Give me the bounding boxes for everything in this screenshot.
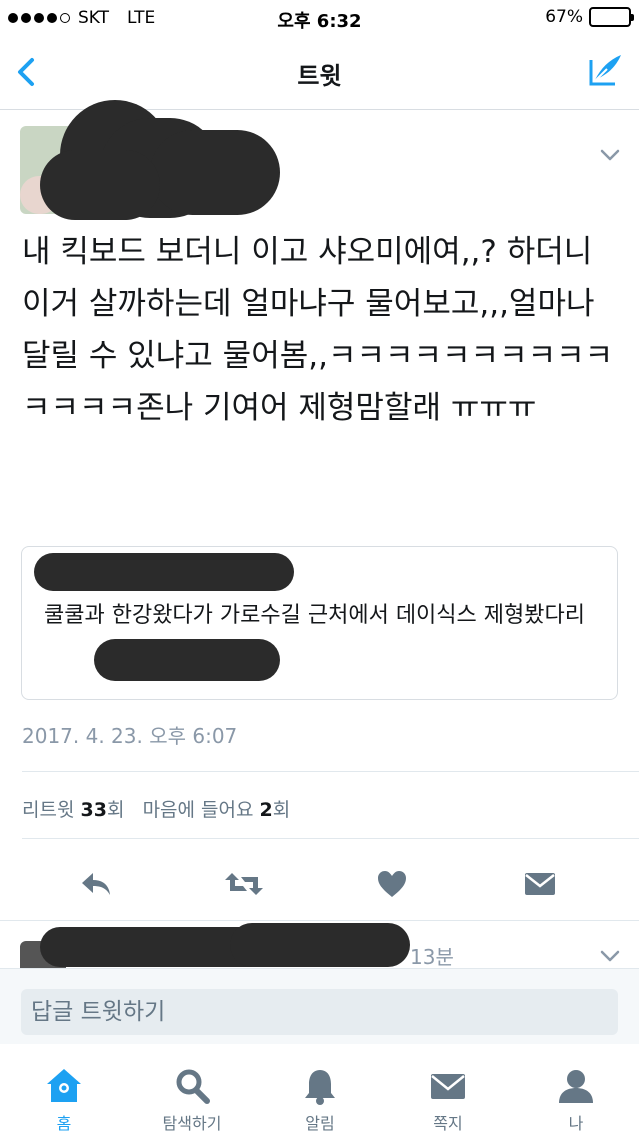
like-count: 2: [259, 799, 273, 821]
tab-home[interactable]: 홈: [0, 1044, 128, 1138]
status-bar: SKT LTE 오후 6:32 67%: [0, 0, 639, 36]
tab-label: 쪽지: [433, 1114, 463, 1133]
reply-preview-row[interactable]: 13분: [0, 920, 639, 968]
navigation-bar: 트윗: [0, 36, 639, 110]
reply-time: 13분: [410, 945, 454, 968]
page-title: 트윗: [297, 62, 342, 90]
quoted-author-redaction: [34, 553, 294, 591]
bell-icon: [305, 1070, 335, 1105]
compose-tweet-icon: [589, 55, 621, 86]
reply-composer: 답글 트윗하기: [0, 968, 639, 1044]
envelope-icon: [431, 1074, 465, 1099]
envelope-icon: [525, 873, 555, 895]
tab-label: 탐색하기: [162, 1114, 222, 1133]
profile-icon: [559, 1070, 593, 1103]
quoted-tweet-card[interactable]: 쿨쿨과 한강왔다가 가로수길 근처에서 데이식스 제형봤다리: [21, 546, 618, 700]
quoted-text-redaction: [94, 639, 280, 681]
clock: 오후 6:32: [277, 11, 362, 32]
retweet-unit: 회: [106, 799, 125, 821]
like-button[interactable]: [370, 862, 414, 906]
divider: [22, 838, 639, 839]
retweet-count: 33: [80, 799, 107, 821]
tab-label: 홈: [56, 1114, 72, 1133]
battery-percent: 67%: [545, 7, 583, 27]
reply-button[interactable]: [74, 862, 118, 906]
retweet-icon: [225, 873, 263, 895]
tab-bar: 홈 탐색하기 알림 쪽지 나: [0, 1044, 639, 1138]
divider: [22, 771, 639, 772]
quoted-tweet-text: 쿨쿨과 한강왔다가 가로수길 근처에서 데이식스 제형봤다리: [44, 603, 585, 628]
tab-search[interactable]: 탐색하기: [128, 1044, 256, 1138]
retweet-stat[interactable]: 리트윗 33회: [22, 799, 124, 821]
battery-icon: [589, 7, 634, 27]
reply-input[interactable]: 답글 트윗하기: [21, 989, 618, 1035]
heart-icon: [378, 871, 406, 897]
tab-messages[interactable]: 쪽지: [384, 1044, 512, 1138]
direct-message-button[interactable]: [518, 862, 562, 906]
like-unit: 회: [272, 799, 291, 821]
like-stat-label: 마음에 들어요: [142, 799, 254, 821]
reply-options-chevron-icon[interactable]: [599, 949, 621, 963]
retweet-stat-label: 리트윗: [22, 799, 75, 821]
tweet-options-chevron-icon[interactable]: [599, 148, 621, 162]
tab-label: 나: [568, 1114, 584, 1133]
tweet-timestamp: 2017. 4. 23. 오후 6:07: [22, 724, 238, 748]
tab-profile[interactable]: 나: [512, 1044, 639, 1138]
reply-author-redaction: [230, 923, 410, 967]
search-icon: [176, 1069, 210, 1104]
home-icon: [47, 1069, 81, 1102]
reply-icon: [82, 873, 110, 895]
like-stat[interactable]: 마음에 들어요 2회: [143, 799, 291, 821]
tweet-text: 내 킥보드 보더니 이고 샤오미에여,,? 하더니 이거 살까하는데 얼마냐구 …: [22, 234, 614, 426]
compose-tweet-button[interactable]: [585, 50, 625, 90]
tweet-actions: [0, 862, 639, 908]
retweet-button[interactable]: [222, 862, 266, 906]
tab-notifications[interactable]: 알림: [256, 1044, 384, 1138]
tweet-stats: 리트윗 33회 마음에 들어요 2회: [22, 795, 290, 822]
tab-label: 알림: [305, 1114, 335, 1133]
